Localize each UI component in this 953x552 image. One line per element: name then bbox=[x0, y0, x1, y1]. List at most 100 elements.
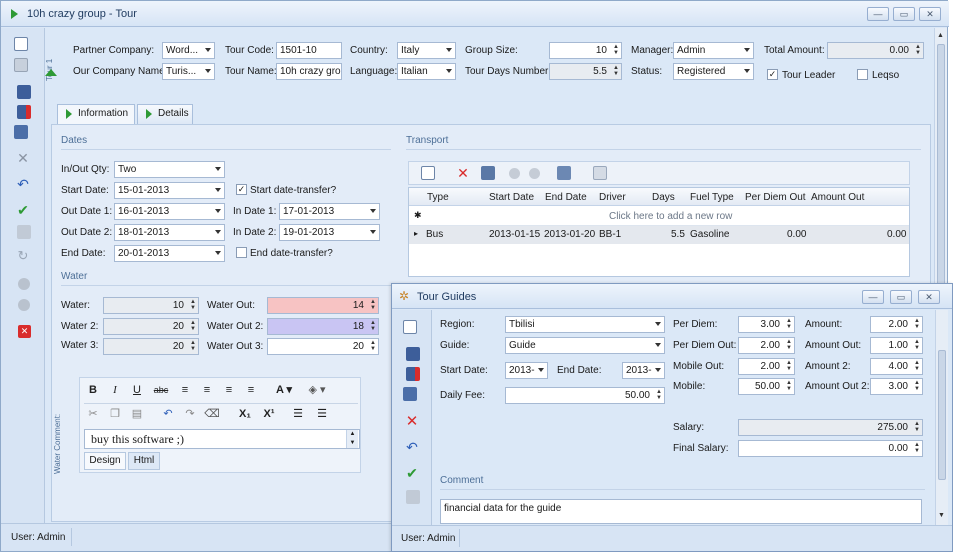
spinner-icon[interactable]: ▲ ▼ bbox=[786, 380, 792, 392]
guides-undo-icon[interactable]: ↶ bbox=[404, 439, 420, 455]
save-icon[interactable] bbox=[17, 85, 31, 99]
partner-company-select[interactable]: Word... bbox=[162, 42, 215, 59]
per-diem-out-input[interactable]: 2.00 ▲ ▼ bbox=[738, 337, 795, 354]
delete-record-icon[interactable]: ✕ bbox=[18, 325, 31, 338]
spinner-icon[interactable]: ▲ ▼ bbox=[786, 339, 792, 351]
tab-information[interactable]: Information bbox=[57, 104, 135, 124]
spinner-icon[interactable]: ▲ ▼ bbox=[613, 65, 619, 77]
delete-row-icon[interactable]: ✕ bbox=[455, 165, 471, 181]
font-color-icon[interactable]: A ▾ bbox=[274, 382, 294, 398]
col-fuel-type[interactable]: Fuel Type bbox=[690, 192, 734, 203]
spinner-icon[interactable]: ▲ ▼ bbox=[915, 44, 921, 56]
water-input[interactable]: 10 ▲ ▼ bbox=[103, 297, 199, 314]
tab-details[interactable]: Details bbox=[137, 104, 193, 124]
amount-out-input[interactable]: 1.00 ▲ ▼ bbox=[870, 337, 923, 354]
in-date1-picker[interactable]: 17-01-2013 bbox=[279, 203, 380, 220]
guides-new-icon[interactable] bbox=[403, 320, 417, 334]
guide-start-date-picker[interactable]: 2013- bbox=[505, 362, 548, 379]
per-diem-input[interactable]: 3.00 ▲ ▼ bbox=[738, 316, 795, 333]
spinner-icon[interactable]: ▲ ▼ bbox=[914, 318, 920, 330]
align-center-icon[interactable]: ≡ bbox=[199, 382, 215, 398]
amount-input[interactable]: 2.00 ▲ ▼ bbox=[870, 316, 923, 333]
cell-start-date[interactable]: 2013-01-15 bbox=[489, 229, 540, 240]
cell-fuel-type[interactable]: Gasoline bbox=[690, 229, 729, 240]
underline-icon[interactable]: U bbox=[129, 382, 145, 398]
paste-icon[interactable]: ▤ bbox=[129, 406, 145, 422]
align-justify-icon[interactable]: ≡ bbox=[243, 382, 259, 398]
guides-save-close-icon[interactable] bbox=[406, 367, 420, 381]
total-amount-input[interactable]: 0.00 ▲ ▼ bbox=[827, 42, 924, 59]
scroll-down-icon[interactable]: ▼ bbox=[938, 512, 945, 519]
italic-icon[interactable]: I bbox=[107, 382, 123, 398]
mobile-out-input[interactable]: 2.00 ▲ ▼ bbox=[738, 358, 795, 375]
redo-icon[interactable]: ↷ bbox=[182, 406, 198, 422]
country-select[interactable]: Italy bbox=[397, 42, 456, 59]
guides-minimize-button[interactable]: — bbox=[862, 290, 884, 304]
manager-select[interactable]: Admin bbox=[673, 42, 754, 59]
water-comment-input[interactable]: buy this software ;) bbox=[84, 429, 360, 449]
guide-comment-input[interactable]: financial data for the guide bbox=[440, 499, 922, 524]
status-select[interactable]: Registered bbox=[673, 63, 754, 80]
cell-amount-out[interactable]: 0.00 bbox=[887, 229, 906, 240]
close-button[interactable]: ✕ bbox=[919, 7, 941, 21]
final-salary-input[interactable]: 0.00 ▲ ▼ bbox=[738, 440, 923, 457]
collapse-up-icon[interactable] bbox=[45, 69, 57, 76]
align-right-icon[interactable]: ≡ bbox=[221, 382, 237, 398]
approve-check-icon[interactable]: ✔ bbox=[15, 202, 31, 218]
guide-select[interactable]: Guide bbox=[505, 337, 665, 354]
guides-scroll-thumb[interactable] bbox=[938, 350, 946, 480]
design-tab[interactable]: Design bbox=[84, 452, 126, 470]
spinner-icon[interactable]: ▲ ▼ bbox=[370, 320, 376, 332]
export-icon[interactable] bbox=[557, 166, 571, 180]
spinner-icon[interactable]: ▲ ▼ bbox=[914, 339, 920, 351]
undo-icon[interactable]: ↶ bbox=[15, 176, 31, 192]
cut-icon[interactable]: ✂ bbox=[85, 406, 101, 422]
col-days[interactable]: Days bbox=[652, 192, 675, 203]
save-row-icon[interactable] bbox=[481, 166, 495, 180]
settings-icon[interactable] bbox=[593, 166, 607, 180]
table-row[interactable]: ▸ Bus 2013-01-15 2013-01-20 BB-1 5.5 Gas… bbox=[409, 226, 909, 244]
daily-fee-input[interactable]: 50.00 ▲ ▼ bbox=[505, 387, 665, 404]
cell-per-diem-out[interactable]: 0.00 bbox=[787, 229, 806, 240]
our-company-select[interactable]: Turis... bbox=[162, 63, 215, 80]
guides-close-button[interactable]: ✕ bbox=[918, 290, 940, 304]
group-size-input[interactable]: 10 ▲ ▼ bbox=[549, 42, 622, 59]
col-per-diem-out[interactable]: Per Diem Out bbox=[745, 192, 806, 203]
superscript-icon[interactable]: X¹ bbox=[260, 406, 278, 422]
spinner-icon[interactable]: ▲ ▼ bbox=[190, 299, 196, 311]
salary-input[interactable]: 275.00 ▲ ▼ bbox=[738, 419, 923, 436]
out-date1-picker[interactable]: 16-01-2013 bbox=[114, 203, 225, 220]
next-row-icon[interactable] bbox=[529, 168, 540, 179]
guides-save-icon[interactable] bbox=[406, 347, 420, 361]
leqso-checkbox[interactable] bbox=[857, 69, 868, 80]
spinner-icon[interactable]: ▲ ▼ bbox=[190, 340, 196, 352]
start-transfer-checkbox[interactable]: ✓ bbox=[236, 184, 247, 195]
cell-days[interactable]: 5.5 bbox=[671, 229, 685, 240]
scroll-thumb[interactable] bbox=[937, 44, 945, 294]
region-select[interactable]: Tbilisi bbox=[505, 316, 665, 333]
undo-text-icon[interactable]: ↶ bbox=[160, 406, 176, 422]
tour-leader-checkbox[interactable]: ✓ bbox=[767, 69, 778, 80]
print-icon[interactable] bbox=[17, 225, 31, 239]
end-date-picker[interactable]: 20-01-2013 bbox=[114, 245, 225, 262]
spinner-icon[interactable]: ▲ ▼ bbox=[656, 389, 662, 401]
highlight-color-icon[interactable]: ◈ ▾ bbox=[302, 382, 332, 398]
spinner-icon[interactable]: ▲ ▼ bbox=[914, 380, 920, 392]
inout-qty-select[interactable]: Two bbox=[114, 161, 225, 178]
cancel-icon[interactable]: ✕ bbox=[15, 150, 31, 166]
col-end-date[interactable]: End Date bbox=[545, 192, 587, 203]
scroll-up-icon[interactable]: ▲ bbox=[937, 32, 944, 39]
strikethrough-icon[interactable]: abc bbox=[151, 382, 171, 398]
numbered-list-icon[interactable]: ☰ bbox=[290, 406, 306, 422]
copy-icon[interactable] bbox=[14, 58, 28, 72]
water-out3-input[interactable]: 20 ▲ ▼ bbox=[267, 338, 379, 355]
start-date-picker[interactable]: 15-01-2013 bbox=[114, 182, 225, 199]
spinner-icon[interactable]: ▲ ▼ bbox=[786, 318, 792, 330]
cell-type[interactable]: Bus bbox=[426, 229, 443, 240]
language-select[interactable]: Italian bbox=[397, 63, 456, 80]
guides-maximize-button[interactable]: ▭ bbox=[890, 290, 912, 304]
water3-input[interactable]: 20 ▲ ▼ bbox=[103, 338, 199, 355]
save-options-icon[interactable] bbox=[14, 125, 28, 139]
amount2-input[interactable]: 4.00 ▲ ▼ bbox=[870, 358, 923, 375]
previous-row-icon[interactable] bbox=[509, 168, 520, 179]
